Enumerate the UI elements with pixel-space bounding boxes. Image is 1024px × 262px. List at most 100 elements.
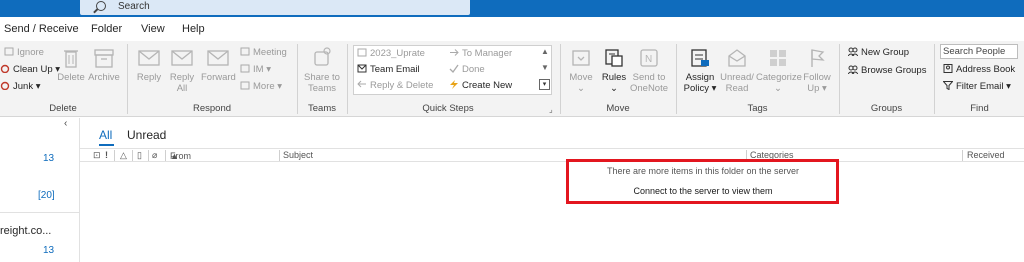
quick-step-label: Reply & Delete — [370, 80, 434, 91]
junk-button[interactable]: Junk ▾ — [0, 81, 41, 92]
more-icon — [240, 81, 250, 90]
im-icon — [240, 64, 250, 73]
forward-label: Forward — [201, 72, 236, 83]
cleanup-button[interactable]: Clean Up ▾ — [0, 64, 60, 75]
tab-send-receive[interactable]: Send / Receive — [4, 23, 79, 35]
search-box[interactable]: Search — [80, 0, 470, 15]
people-icon — [848, 47, 858, 56]
column-divider — [165, 150, 166, 161]
move-button[interactable]: Move ⌄ — [566, 47, 596, 94]
forward-icon — [207, 50, 229, 66]
filter-unread-tab[interactable]: Unread — [127, 128, 166, 142]
received-column-header[interactable]: Received — [967, 150, 1005, 160]
tags-group-label: Tags — [747, 103, 768, 114]
filter-email-label: Filter Email — [956, 81, 1004, 92]
share-to-teams-button[interactable]: Share to Teams — [303, 47, 341, 94]
tab-view[interactable]: View — [141, 23, 165, 35]
send-to-onenote-button[interactable]: N Send to OneNote — [629, 47, 669, 94]
meeting-icon — [240, 47, 250, 56]
attachment-icon[interactable]: ⌀ — [152, 150, 157, 161]
scroll-down-icon[interactable]: ▼ — [541, 63, 549, 72]
subject-column-header[interactable]: Subject — [283, 150, 313, 160]
follow-label-2: Up — [807, 83, 820, 94]
reply-button[interactable]: Reply — [134, 47, 164, 83]
categorize-button[interactable]: Categorize ⌄ — [756, 47, 802, 94]
browse-groups-label: Browse Groups — [861, 65, 927, 76]
reply-icon — [138, 50, 160, 66]
search-icon — [96, 1, 106, 11]
dialog-launcher-icon[interactable]: ⌟ — [549, 105, 553, 114]
chevron-down-icon: ▾ — [35, 81, 41, 92]
meeting-button[interactable]: Meeting — [240, 47, 287, 58]
tab-folder[interactable]: Folder — [91, 23, 122, 35]
chevron-down-icon: ⌄ — [610, 83, 618, 94]
follow-up-button[interactable]: Follow Up ▾ — [801, 47, 833, 94]
policy-icon — [691, 49, 709, 67]
folder-item[interactable]: reight.co... — [0, 225, 51, 237]
share-label-1: Share to — [304, 72, 340, 83]
search-input-placeholder[interactable]: Search — [118, 1, 150, 12]
chevron-down-icon: ▾ — [277, 81, 283, 92]
junk-label: Junk — [13, 81, 34, 92]
browse-groups-button[interactable]: Browse Groups — [848, 65, 926, 76]
rules-button[interactable]: Rules ⌄ — [599, 47, 629, 94]
move-folder-icon — [572, 50, 590, 66]
address-book-button[interactable]: Address Book — [943, 64, 1015, 75]
address-book-icon — [943, 64, 953, 73]
importance-icon[interactable]: ! — [105, 150, 108, 160]
cleanup-label: Clean Up — [13, 64, 53, 75]
quick-step-label: To Manager — [462, 48, 513, 59]
gallery-expand-icon[interactable]: ▾ — [539, 79, 550, 90]
archive-button[interactable]: Archive — [87, 47, 121, 83]
delete-button[interactable]: Delete — [56, 47, 86, 83]
meeting-label: Meeting — [253, 47, 287, 58]
new-group-label: New Group — [861, 47, 910, 58]
quick-step-create-new[interactable]: Create New — [449, 80, 512, 91]
im-button[interactable]: IM ▾ — [240, 64, 271, 75]
share-label-2: Teams — [308, 83, 336, 94]
move-group-label: Move — [606, 103, 630, 114]
column-divider — [114, 150, 115, 161]
reply-all-button[interactable]: Reply All — [167, 47, 197, 94]
scroll-up-icon[interactable]: ▲ — [541, 47, 549, 56]
more-button[interactable]: More ▾ — [240, 81, 282, 92]
quick-step-reply-delete[interactable]: Reply & Delete — [357, 80, 433, 91]
search-people-input[interactable]: Search People — [940, 44, 1018, 59]
archive-label: Archive — [88, 72, 120, 83]
respond-group-label: Respond — [192, 103, 232, 114]
filter-email-button[interactable]: Filter Email ▾ — [943, 81, 1011, 92]
quick-step-2023-uprate[interactable]: 2023_Uprate — [357, 48, 425, 59]
forward-button[interactable]: Forward — [201, 47, 236, 83]
importance-column-icon[interactable]: ⊡ — [93, 150, 101, 161]
filter-all-tab[interactable]: All — [99, 128, 112, 142]
document-icon[interactable]: ▯ — [137, 150, 142, 161]
filter-icon — [943, 81, 953, 90]
ignore-button[interactable]: Ignore — [4, 47, 44, 58]
collapse-pane-icon[interactable]: ‹ — [64, 118, 67, 129]
assign-label-2: Policy — [683, 83, 709, 94]
teams-group-label: Teams — [308, 103, 336, 114]
tab-help[interactable]: Help — [182, 23, 205, 35]
move-label: Move — [569, 72, 593, 83]
chevron-down-icon: ▾ — [266, 64, 271, 75]
quick-step-label: Done — [462, 64, 485, 75]
new-group-button[interactable]: New Group — [848, 47, 909, 58]
categorize-icon — [770, 50, 786, 66]
chevron-down-icon: ▾ — [822, 83, 827, 94]
highlight-box — [566, 159, 839, 204]
arrow-right-icon — [450, 49, 459, 56]
teams-icon — [314, 47, 331, 66]
quick-step-to-manager[interactable]: To Manager — [449, 48, 512, 59]
onenote-label-1: Send to — [632, 72, 666, 83]
categorize-label: Categorize — [756, 72, 802, 83]
unread-read-button[interactable]: Unread/ Read — [719, 47, 755, 94]
quick-step-done[interactable]: Done — [449, 64, 485, 75]
column-divider — [132, 150, 133, 161]
quick-step-team-email[interactable]: Team Email — [357, 64, 420, 75]
column-divider — [962, 150, 963, 161]
onenote-icon: N — [640, 49, 658, 67]
assign-policy-button[interactable]: Assign Policy ▾ — [681, 47, 719, 94]
reply-all-label-1: Reply — [169, 72, 195, 83]
reminder-icon[interactable]: △ — [120, 150, 127, 161]
ignore-label: Ignore — [17, 47, 44, 58]
